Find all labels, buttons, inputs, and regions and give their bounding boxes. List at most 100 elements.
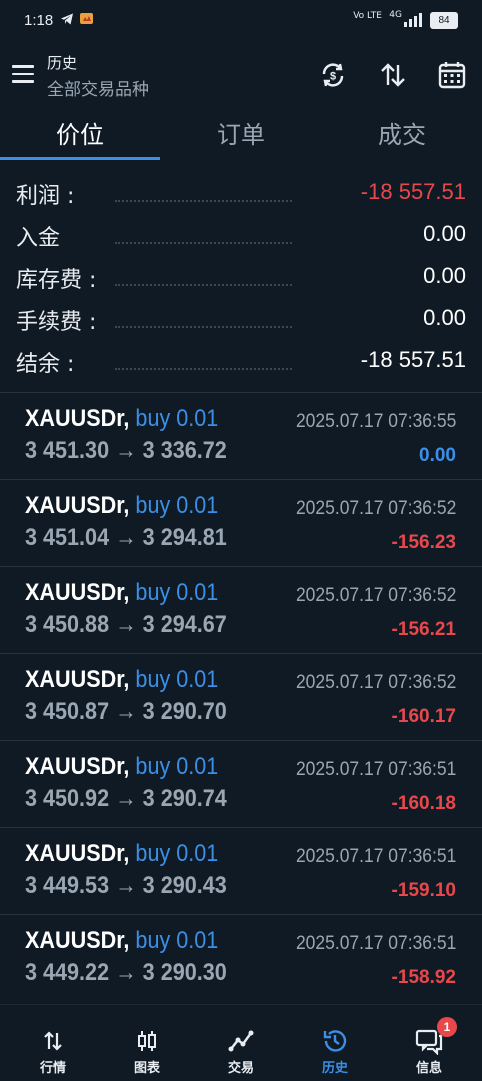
deal-symbol-line: XAUUSDr, buy 0.01 (25, 840, 218, 868)
battery-icon: 84 (430, 12, 458, 29)
dotted-leader (115, 284, 292, 286)
deal-side: buy 0.01 (135, 840, 219, 867)
deal-row[interactable]: XAUUSDr, buy 0.01 3 449.53 → 3 290.43 20… (0, 827, 482, 914)
summary-row-balance: 结余 : -18 557.51 (0, 340, 482, 382)
deal-row[interactable]: XAUUSDr, buy 0.01 3 451.30 → 3 336.72 20… (0, 392, 482, 479)
tab-bar: 价位 订单 成交 (0, 108, 482, 162)
dotted-leader (115, 326, 292, 328)
deal-prices: 3 450.87 → 3 290.70 (25, 698, 227, 725)
sort-icon[interactable] (378, 60, 408, 90)
summary-label: 库存费 : (16, 268, 97, 293)
deal-side: buy 0.01 (135, 666, 219, 693)
summary-value: 0.00 (423, 305, 466, 330)
notification-badge: 1 (437, 1017, 457, 1037)
summary-label: 结余 : (16, 352, 75, 377)
currency-refresh-icon[interactable]: $ (318, 60, 348, 90)
deal-row[interactable]: XAUUSDr, buy 0.01 3 450.88 → 3 294.67 20… (0, 566, 482, 653)
deal-symbol: XAUUSDr, (25, 840, 130, 867)
summary-row-profit: 利润 : -18 557.51 (0, 172, 482, 214)
dotted-leader (115, 200, 292, 202)
signal-icon (404, 13, 424, 30)
tab-orders[interactable]: 订单 (161, 108, 321, 162)
deal-symbol-line: XAUUSDr, buy 0.01 (25, 753, 218, 781)
deal-prices: 3 451.30 → 3 336.72 (25, 437, 227, 464)
trade-icon (227, 1027, 255, 1055)
deal-prices: 3 450.92 → 3 290.74 (25, 785, 227, 812)
page-title: 历史 (47, 54, 78, 72)
svg-text:$: $ (330, 71, 336, 83)
deal-prices: 3 449.22 → 3 290.30 (25, 959, 227, 986)
deal-symbol-line: XAUUSDr, buy 0.01 (25, 579, 218, 607)
nav-label: 图表 (133, 1061, 160, 1076)
nav-trade[interactable]: 交易 (193, 1005, 289, 1081)
summary-panel: 利润 : -18 557.51 入金 0.00 库存费 : 0.00 手续费 :… (0, 172, 482, 382)
deal-symbol: XAUUSDr, (25, 492, 130, 519)
quotes-icon (39, 1027, 67, 1055)
summary-value: 0.00 (423, 263, 466, 288)
deal-profit: -159.10 (391, 880, 456, 901)
nav-label: 行情 (39, 1061, 66, 1076)
deal-row[interactable]: XAUUSDr, buy 0.01 3 450.92 → 3 290.74 20… (0, 740, 482, 827)
telegram-icon (60, 12, 74, 30)
deal-symbol-line: XAUUSDr, buy 0.01 (25, 927, 218, 955)
deal-side: buy 0.01 (135, 579, 219, 606)
chart-icon (133, 1027, 161, 1055)
network-type: 4G (389, 10, 402, 20)
nav-label: 交易 (227, 1061, 254, 1076)
deal-time: 2025.07.17 07:36:51 (295, 846, 456, 867)
deal-prices: 3 450.88 → 3 294.67 (25, 611, 227, 638)
deal-prices: 3 449.53 → 3 290.43 (25, 872, 227, 899)
summary-row-deposit: 入金 0.00 (0, 214, 482, 256)
deal-side: buy 0.01 (135, 927, 219, 954)
deal-row[interactable]: XAUUSDr, buy 0.01 3 450.87 → 3 290.70 20… (0, 653, 482, 740)
deal-row[interactable]: XAUUSDr, buy 0.01 3 451.04 → 3 294.81 20… (0, 479, 482, 566)
summary-value: -18 557.51 (360, 179, 466, 204)
history-icon (321, 1027, 349, 1055)
summary-row-swap: 库存费 : 0.00 (0, 256, 482, 298)
deal-symbol: XAUUSDr, (25, 666, 130, 693)
nav-label: 信息 (415, 1061, 442, 1076)
deals-list: XAUUSDr, buy 0.01 3 451.30 → 3 336.72 20… (0, 392, 482, 1001)
deal-symbol-line: XAUUSDr, buy 0.01 (25, 492, 218, 520)
summary-label: 入金 (16, 226, 61, 251)
deal-time: 2025.07.17 07:36:55 (295, 411, 456, 432)
symbol-filter[interactable]: 全部交易品种 (47, 75, 149, 100)
calendar-icon[interactable] (437, 60, 467, 90)
deal-side: buy 0.01 (135, 492, 219, 519)
menu-icon[interactable] (12, 65, 34, 85)
deal-profit: -156.21 (391, 619, 456, 640)
deal-row[interactable]: XAUUSDr, buy 0.01 3 449.22 → 3 290.30 20… (0, 914, 482, 1001)
deal-profit: 0.00 (419, 445, 456, 466)
deal-symbol: XAUUSDr, (25, 753, 130, 780)
summary-label: 手续费 : (16, 310, 97, 335)
deal-time: 2025.07.17 07:36:51 (295, 759, 456, 780)
nav-label: 历史 (321, 1061, 348, 1076)
deal-symbol-line: XAUUSDr, buy 0.01 (25, 405, 218, 433)
deal-side: buy 0.01 (135, 753, 219, 780)
deal-symbol: XAUUSDr, (25, 927, 130, 954)
nav-quotes[interactable]: 行情 (5, 1005, 101, 1081)
summary-value: -18 557.51 (360, 347, 466, 372)
deal-time: 2025.07.17 07:36:52 (295, 585, 456, 606)
deal-time: 2025.07.17 07:36:52 (295, 498, 456, 519)
summary-label: 利润 : (16, 184, 75, 209)
volte-icon: Vo LTE (353, 11, 382, 21)
dotted-leader (115, 242, 292, 244)
bottom-nav: 行情 图表 交易 历史 1 信息 (0, 1004, 482, 1081)
nav-chart[interactable]: 图表 (99, 1005, 195, 1081)
nav-history[interactable]: 历史 (287, 1005, 383, 1081)
tab-positions[interactable]: 价位 (0, 108, 160, 162)
active-tab-indicator (0, 157, 160, 160)
nav-messages[interactable]: 1 信息 (381, 1005, 477, 1081)
deal-symbol: XAUUSDr, (25, 579, 130, 606)
summary-value: 0.00 (423, 221, 466, 246)
deal-time: 2025.07.17 07:36:51 (295, 933, 456, 954)
status-bar: 1:18 Vo LTE 4G 84 (0, 0, 482, 42)
status-time: 1:18 (24, 12, 54, 29)
deal-profit: -160.17 (391, 706, 456, 727)
app-notification-icon (80, 12, 93, 29)
tab-deals[interactable]: 成交 (322, 108, 482, 162)
deal-side: buy 0.01 (135, 405, 219, 432)
deal-symbol: XAUUSDr, (25, 405, 130, 432)
deal-prices: 3 451.04 → 3 294.81 (25, 524, 227, 551)
